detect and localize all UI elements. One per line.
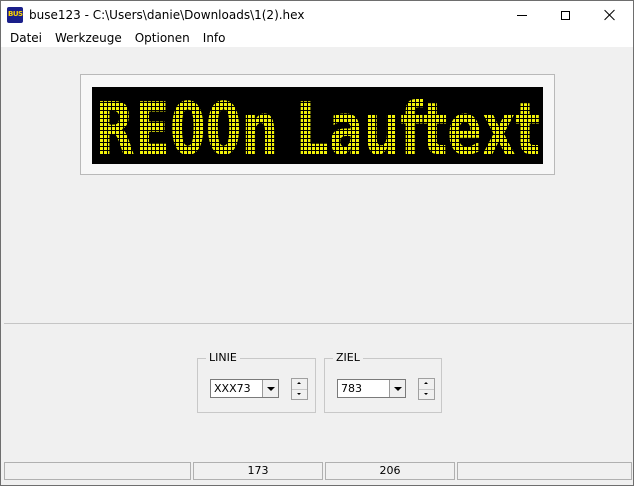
status-bar: 173 206 bbox=[4, 462, 632, 482]
maximize-icon bbox=[560, 10, 570, 20]
menu-bar: Datei Werkzeuge Optionen Info bbox=[1, 29, 633, 47]
minimize-icon bbox=[517, 14, 527, 16]
linie-groupbox: LINIE XXX73 bbox=[197, 351, 316, 413]
status-cell-3: 206 bbox=[325, 462, 455, 480]
ziel-spinner[interactable] bbox=[418, 378, 435, 400]
ziel-groupbox: ZIEL 783 bbox=[324, 351, 442, 413]
led-matrix: RE00n Lauftext bbox=[95, 87, 540, 164]
linie-label: LINIE bbox=[206, 351, 240, 365]
ziel-value: 783 bbox=[341, 382, 362, 395]
linie-spinner[interactable] bbox=[291, 378, 308, 400]
status-cell-1 bbox=[4, 462, 191, 480]
minimize-button[interactable] bbox=[499, 1, 545, 29]
title-bar[interactable]: BUS buse123 - C:\Users\danie\Downloads\1… bbox=[1, 1, 633, 29]
app-icon[interactable]: BUS bbox=[7, 7, 23, 23]
menu-optionen[interactable]: Optionen bbox=[128, 29, 196, 47]
linie-combobox[interactable]: XXX73 bbox=[210, 379, 279, 398]
status-cell-4 bbox=[457, 462, 632, 480]
ziel-combobox[interactable]: 783 bbox=[337, 379, 406, 398]
close-icon bbox=[604, 9, 616, 21]
status-cell-2: 173 bbox=[193, 462, 323, 480]
app-window: BUS buse123 - C:\Users\danie\Downloads\1… bbox=[0, 0, 634, 486]
chevron-down-icon[interactable] bbox=[262, 380, 278, 397]
menu-info[interactable]: Info bbox=[196, 29, 232, 47]
window-title: buse123 - C:\Users\danie\Downloads\1(2).… bbox=[29, 8, 305, 22]
close-button[interactable] bbox=[587, 1, 633, 29]
maximize-button[interactable] bbox=[542, 1, 588, 29]
chevron-down-icon[interactable] bbox=[389, 380, 405, 397]
panel-separator bbox=[4, 323, 632, 324]
led-display: RE00n Lauftext bbox=[92, 87, 543, 164]
menu-datei[interactable]: Datei bbox=[1, 29, 48, 47]
ziel-label: ZIEL bbox=[333, 351, 363, 365]
led-display-text: RE00n Lauftext bbox=[95, 87, 540, 164]
spin-down-icon[interactable] bbox=[419, 389, 434, 399]
menu-werkzeuge[interactable]: Werkzeuge bbox=[48, 29, 128, 47]
app-icon-text: BUS bbox=[8, 10, 23, 18]
linie-value: XXX73 bbox=[214, 382, 251, 395]
spin-down-icon[interactable] bbox=[292, 389, 307, 399]
